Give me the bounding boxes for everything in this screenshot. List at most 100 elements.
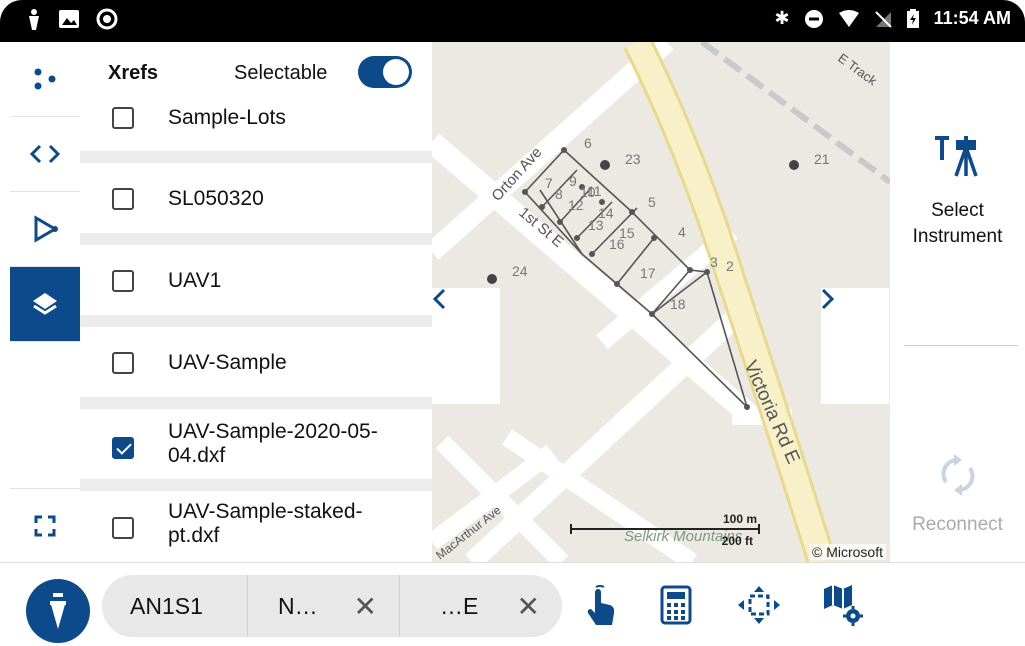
xref-label: UAV-Sample	[168, 351, 287, 374]
point-label: 7	[545, 175, 553, 191]
calculator-button[interactable]	[652, 581, 700, 629]
status-bar: ✱ 11:54 AM	[0, 0, 1025, 42]
rail-button-code[interactable]	[10, 117, 80, 192]
xref-item-uav-sample-staked-pt[interactable]: UAV-Sample-staked- pt.dxf	[80, 491, 432, 562]
xref-label: SL050320	[168, 187, 264, 210]
xref-checkbox[interactable]	[112, 352, 134, 374]
point-label: 2	[726, 258, 734, 274]
wifi-icon	[838, 9, 859, 27]
xref-checkbox[interactable]	[112, 270, 134, 292]
status-time: 11:54 AM	[933, 8, 1011, 28]
tap-icon	[587, 584, 615, 625]
xref-label-line2: pt.dxf	[168, 524, 220, 547]
coordinate-bar: AN1S1 N… ✕ …E ✕	[102, 575, 562, 637]
point-label: 16	[609, 236, 625, 252]
map-next-button[interactable]	[821, 288, 889, 404]
scale-bottom-label: 200 ft	[721, 534, 753, 548]
road-victoria	[626, 42, 834, 562]
xref-label: UAV-Sample-2020-05- 04.dxf	[168, 420, 378, 468]
scale-top-label: 100 m	[722, 512, 757, 526]
street-label-orton: Orton Ave	[488, 144, 545, 205]
point-label: 23	[625, 151, 641, 167]
chevron-right-icon	[821, 288, 835, 310]
select-instrument-label-line1: Select	[931, 200, 984, 221]
point-label: 17	[640, 265, 656, 281]
xref-checkbox[interactable]	[112, 517, 134, 539]
layers-icon	[33, 293, 57, 315]
coordinate-name[interactable]: AN1S1	[102, 575, 248, 637]
select-instrument-button[interactable]: Select Instrument	[890, 132, 1025, 252]
rail-button-fullscreen[interactable]	[10, 488, 80, 564]
do-not-disturb-icon	[804, 9, 823, 28]
point-label: 24	[512, 263, 528, 279]
point-label: 18	[670, 296, 686, 312]
map-prev-button[interactable]	[432, 288, 500, 404]
plumb-bob-icon	[50, 593, 66, 629]
xref-checkbox[interactable]	[112, 107, 134, 129]
point-label: 11	[587, 183, 602, 199]
xref-label-line1: UAV-Sample-staked-	[168, 500, 363, 523]
rail-button-menu[interactable]	[10, 42, 80, 117]
map-scale-bar: 100 m 200 ft	[570, 512, 765, 552]
map-copyright: © Microsoft	[809, 544, 886, 560]
point-label: 9	[569, 173, 577, 189]
refresh-icon	[941, 454, 975, 496]
xref-item-sl050320[interactable]: SL050320	[80, 163, 432, 233]
xref-label-line2: 04.dxf	[168, 444, 226, 467]
xref-checkbox[interactable]	[112, 188, 134, 210]
code-icon	[29, 144, 61, 164]
street-orton-ave	[432, 42, 674, 260]
notification-person-icon	[29, 9, 39, 30]
point-label: 4	[678, 224, 686, 240]
xref-label: UAV1	[168, 269, 222, 292]
point-label: 6	[584, 135, 592, 151]
xrefs-header: Xrefs Selectable	[80, 42, 432, 104]
instrument-panel: Select Instrument Reconnect	[890, 42, 1025, 562]
northing-value: N…	[278, 592, 318, 619]
panel-title: Xrefs	[108, 62, 159, 84]
zoom-extents-button[interactable]	[735, 581, 783, 629]
bottom-toolbar: AN1S1 N… ✕ …E ✕	[0, 562, 1025, 646]
point-label: 3	[710, 254, 718, 270]
xref-item-uav-sample-2020-05-04[interactable]: UAV-Sample-2020-05- 04.dxf	[80, 409, 432, 479]
xref-label-line1: UAV-Sample-2020-05-	[168, 420, 378, 443]
point-label: 13	[588, 217, 604, 233]
xref-checkbox-checked[interactable]	[112, 437, 134, 459]
xref-item-uav-sample[interactable]: UAV-Sample	[80, 327, 432, 397]
gps-button[interactable]	[26, 579, 90, 643]
point-label: 12	[568, 197, 584, 213]
xref-label: Sample-Lots	[168, 106, 286, 129]
xref-label: UAV-Sample-staked- pt.dxf	[168, 500, 363, 548]
battery-icon	[906, 8, 919, 28]
easting-value: …E	[440, 592, 479, 619]
reconnect-label: Reconnect	[912, 514, 1003, 535]
zoom-extents-icon	[738, 586, 780, 624]
bluetooth-icon: ✱	[774, 8, 790, 28]
image-icon	[59, 10, 79, 28]
point-label: 5	[648, 194, 656, 210]
record-icon	[96, 8, 118, 30]
tap-button[interactable]	[576, 581, 624, 629]
map-view[interactable]: 6 23 21 7 8 9 10 11 12 5 14 13 15 16 4 3…	[432, 42, 890, 562]
map-settings-button[interactable]	[818, 581, 866, 629]
selectable-label: Selectable	[234, 62, 328, 84]
fullscreen-icon	[34, 515, 56, 537]
xref-item-uav1[interactable]: UAV1	[80, 245, 432, 315]
easting-field[interactable]: …E ✕	[400, 575, 562, 637]
selectable-toggle[interactable]	[358, 56, 412, 88]
toggle-knob	[383, 59, 409, 85]
clear-northing-icon[interactable]: ✕	[354, 590, 377, 623]
northing-field[interactable]: N… ✕	[248, 575, 400, 637]
point-label: 8	[555, 186, 563, 202]
tripod-icon	[935, 136, 978, 177]
xref-item-sample-lots[interactable]: Sample-Lots	[80, 98, 432, 151]
clear-easting-icon[interactable]: ✕	[517, 590, 540, 623]
xrefs-panel: Sample-Lots SL050320 UAV1 UAV-Sample UAV…	[80, 42, 432, 562]
reconnect-button[interactable]: Reconnect	[890, 452, 1025, 542]
select-instrument-label-line2: Instrument	[912, 226, 1003, 247]
rail-button-vertex[interactable]	[10, 192, 80, 267]
left-toolbar	[10, 42, 81, 564]
map-settings-icon	[824, 585, 863, 626]
rail-button-layers[interactable]	[10, 267, 80, 342]
street-label-track: E Track	[835, 50, 880, 88]
